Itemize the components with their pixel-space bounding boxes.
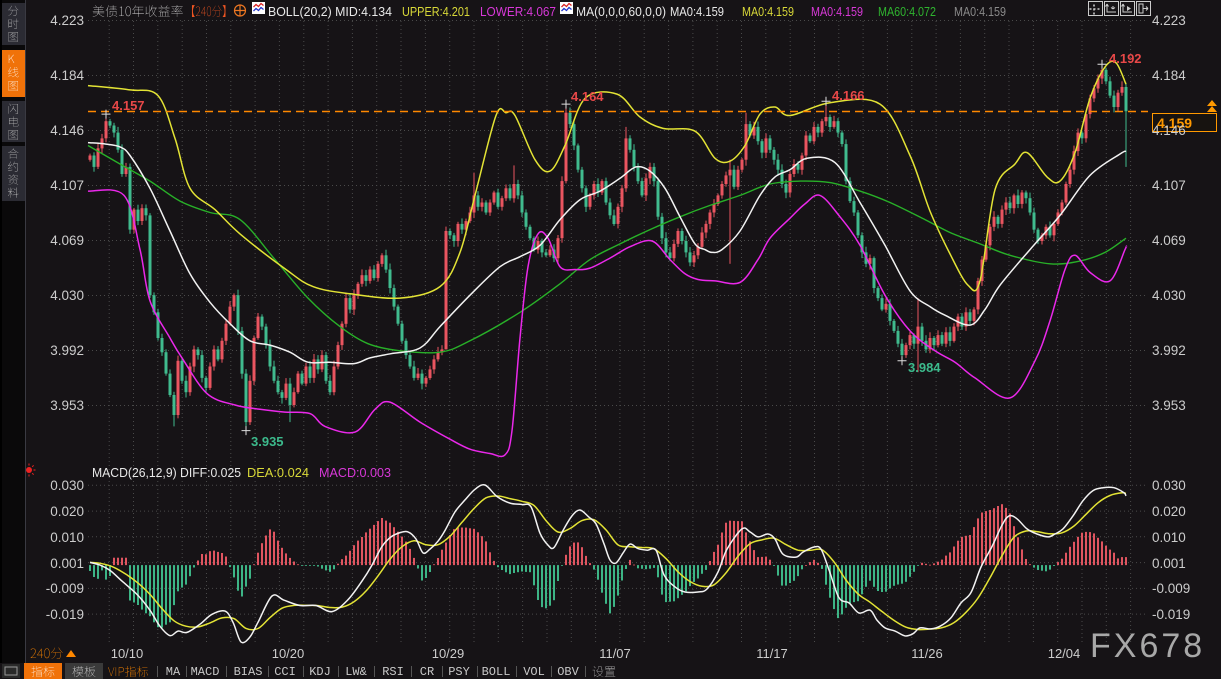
svg-text:4.192: 4.192 [1109, 51, 1142, 66]
svg-text:4.107: 4.107 [1152, 178, 1186, 193]
svg-text:UPPER:4.201: UPPER:4.201 [402, 4, 470, 19]
svg-text:4.157: 4.157 [112, 98, 145, 113]
svg-text:4.166: 4.166 [832, 88, 865, 103]
svg-text:VOL: VOL [523, 665, 545, 679]
svg-text:MA0:4.159: MA0:4.159 [811, 4, 863, 19]
svg-text:KDJ: KDJ [309, 665, 331, 679]
svg-text:11/26: 11/26 [911, 646, 943, 661]
svg-text:-0.009: -0.009 [46, 581, 84, 596]
svg-text:PSY: PSY [448, 665, 470, 679]
svg-text:CR: CR [420, 665, 434, 679]
svg-text:-0.009: -0.009 [1152, 581, 1190, 596]
svg-text:CCI: CCI [274, 665, 296, 679]
svg-text:4.184: 4.184 [1152, 68, 1186, 83]
svg-text:3.984: 3.984 [908, 360, 941, 375]
svg-text:MA0:4.159: MA0:4.159 [670, 4, 724, 19]
svg-text:3.992: 3.992 [1152, 343, 1186, 358]
svg-text:0.030: 0.030 [50, 478, 84, 493]
svg-text:3.953: 3.953 [1152, 398, 1186, 413]
svg-text:4.146: 4.146 [50, 123, 84, 138]
svg-text:0.020: 0.020 [1152, 504, 1186, 519]
svg-text:-0.019: -0.019 [1152, 607, 1190, 622]
svg-text:DEA:0.024: DEA:0.024 [247, 465, 309, 480]
svg-text:BOLL: BOLL [482, 665, 511, 679]
svg-text:0.030: 0.030 [1152, 478, 1186, 493]
svg-text:MACD: MACD [191, 665, 220, 679]
svg-text:4.184: 4.184 [50, 68, 84, 83]
svg-text:10/29: 10/29 [432, 646, 465, 661]
svg-text:12/04: 12/04 [1048, 646, 1081, 661]
svg-text:4.164: 4.164 [571, 89, 604, 104]
svg-text:4.030: 4.030 [50, 288, 84, 303]
svg-text:3.953: 3.953 [50, 398, 84, 413]
svg-text:10/10: 10/10 [111, 646, 144, 661]
svg-text:3.935: 3.935 [251, 434, 284, 449]
svg-text:0.001: 0.001 [50, 556, 84, 571]
svg-text:BIAS: BIAS [234, 665, 263, 679]
svg-text:LOWER:4.067: LOWER:4.067 [480, 4, 556, 19]
svg-text:LW&: LW& [345, 665, 367, 679]
svg-text:0.010: 0.010 [50, 530, 84, 545]
svg-text:MA(0,0,0,60,0,0): MA(0,0,0,60,0,0) [576, 4, 666, 19]
svg-text:4.223: 4.223 [1152, 13, 1186, 28]
svg-text:OBV: OBV [557, 665, 579, 679]
svg-text:0.010: 0.010 [1152, 530, 1186, 545]
svg-text:3.992: 3.992 [50, 343, 84, 358]
svg-text:10/20: 10/20 [272, 646, 305, 661]
svg-text:MACD:0.003: MACD:0.003 [319, 465, 391, 480]
svg-text:0.020: 0.020 [50, 504, 84, 519]
svg-text:BOLL(20,2) MID:4.134: BOLL(20,2) MID:4.134 [268, 4, 392, 19]
svg-text:4.223: 4.223 [50, 13, 84, 28]
svg-text:0.001: 0.001 [1152, 556, 1186, 571]
svg-text:11/07: 11/07 [599, 646, 631, 661]
svg-text:4.069: 4.069 [1152, 233, 1186, 248]
svg-text:RSI: RSI [382, 665, 404, 679]
svg-text:4.146: 4.146 [1152, 123, 1186, 138]
svg-text:4.107: 4.107 [50, 178, 84, 193]
svg-text:-0.019: -0.019 [46, 607, 84, 622]
svg-text:MACD(26,12,9) DIFF:0.025: MACD(26,12,9) DIFF:0.025 [92, 465, 241, 480]
svg-text:MA0:4.159: MA0:4.159 [742, 4, 794, 19]
svg-text:MA60:4.072: MA60:4.072 [878, 4, 936, 19]
svg-text:4.030: 4.030 [1152, 288, 1186, 303]
svg-text:11/17: 11/17 [756, 646, 788, 661]
svg-text:4.069: 4.069 [50, 233, 84, 248]
svg-text:MA: MA [166, 665, 181, 679]
svg-text:FX678: FX678 [1090, 627, 1205, 665]
svg-text:MA0:4.159: MA0:4.159 [954, 4, 1006, 19]
